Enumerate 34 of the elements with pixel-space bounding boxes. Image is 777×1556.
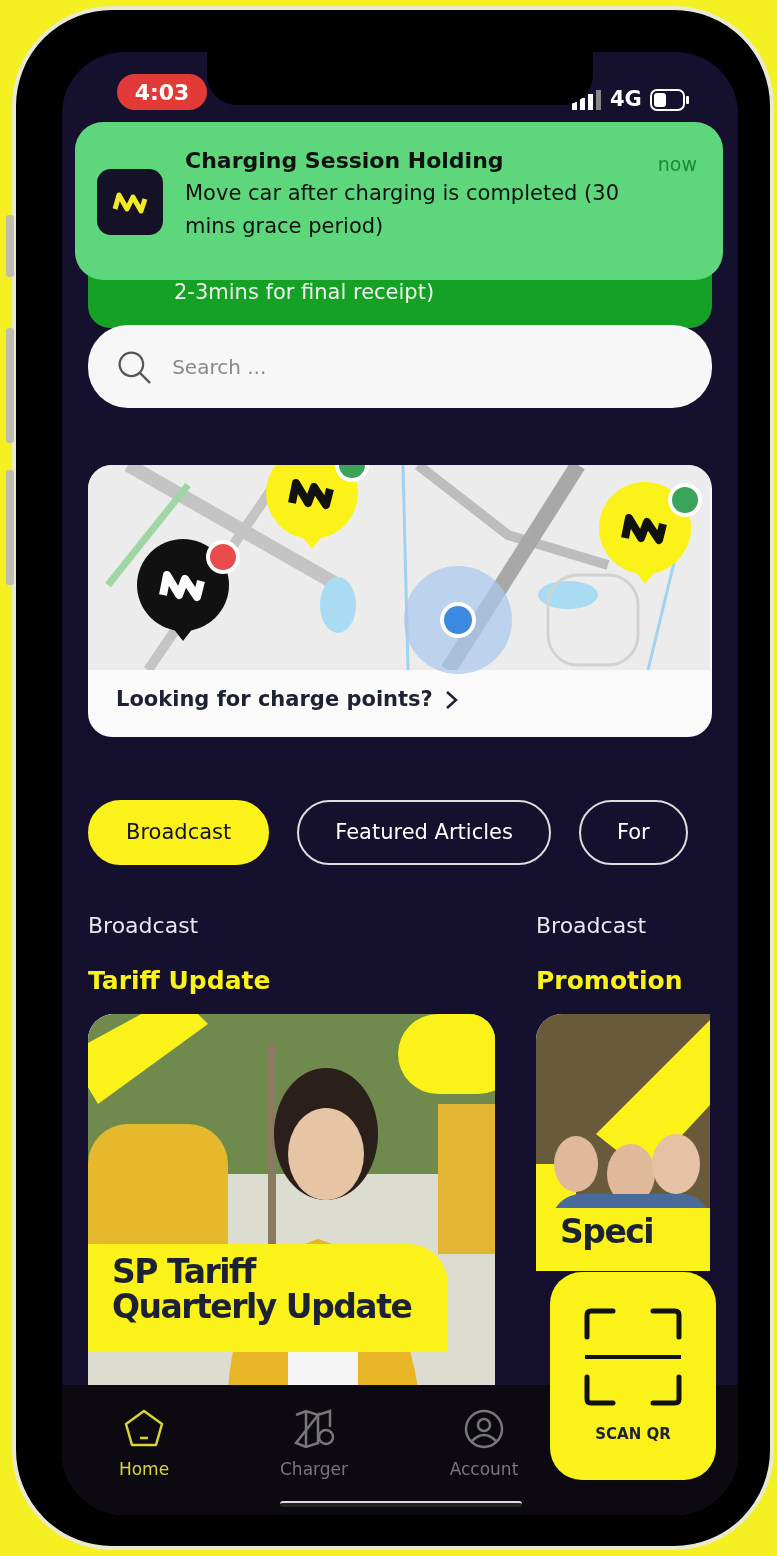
article-card[interactable]: SP Tariff Quarterly Update: [88, 1013, 495, 1388]
banner-headline: Speci: [560, 1213, 655, 1250]
charge-points-link[interactable]: Looking for charge points?: [88, 670, 712, 730]
scan-qr-button[interactable]: SCAN QR: [550, 1272, 716, 1480]
article-title: Tariff Update: [88, 965, 272, 997]
map-card[interactable]: Looking for charge points?: [88, 465, 712, 737]
nav-tab[interactable]: Account: [419, 1385, 549, 1515]
banner-headline: SP Tariff Quarterly Update: [112, 1253, 413, 1325]
app-icon: [97, 169, 163, 235]
location-icon: [403, 565, 513, 675]
notification-title: Charging Session Holding: [185, 147, 505, 175]
banner-text: 2-3mins for final receipt): [174, 278, 435, 306]
signal-icon: [572, 89, 602, 110]
account-icon: [462, 1407, 506, 1451]
status-time: 4:03: [117, 74, 207, 110]
notification-card[interactable]: Charging Session Holding Move car after charging is completed (30 mins grace period) now: [75, 122, 723, 280]
battery-icon: [649, 88, 690, 111]
notification-message: Move car after charging is completed (30 mins grace period): [185, 180, 620, 240]
notification-time: now: [657, 152, 697, 177]
map-pin-icon: [292, 1407, 336, 1451]
scan-icon: [583, 1306, 683, 1407]
category-tab[interactable]: For: [578, 800, 688, 865]
search-field[interactable]: Search ...: [170, 350, 684, 383]
category-tab[interactable]: Broadcast: [88, 800, 270, 865]
search-bar[interactable]: Search ...: [88, 325, 712, 408]
article-category: Broadcast: [88, 912, 200, 940]
chevron-right-icon: [444, 689, 459, 710]
article-category: Broadcast: [536, 912, 648, 940]
category-tab[interactable]: Featured Articles: [297, 800, 551, 865]
article-card[interactable]: Speci: [536, 1013, 710, 1271]
nav-tab[interactable]: Charger: [249, 1385, 379, 1515]
nav-tab[interactable]: Home: [79, 1385, 209, 1515]
article-title: Promotion: [536, 965, 684, 997]
network-label: 4G: [610, 86, 642, 113]
